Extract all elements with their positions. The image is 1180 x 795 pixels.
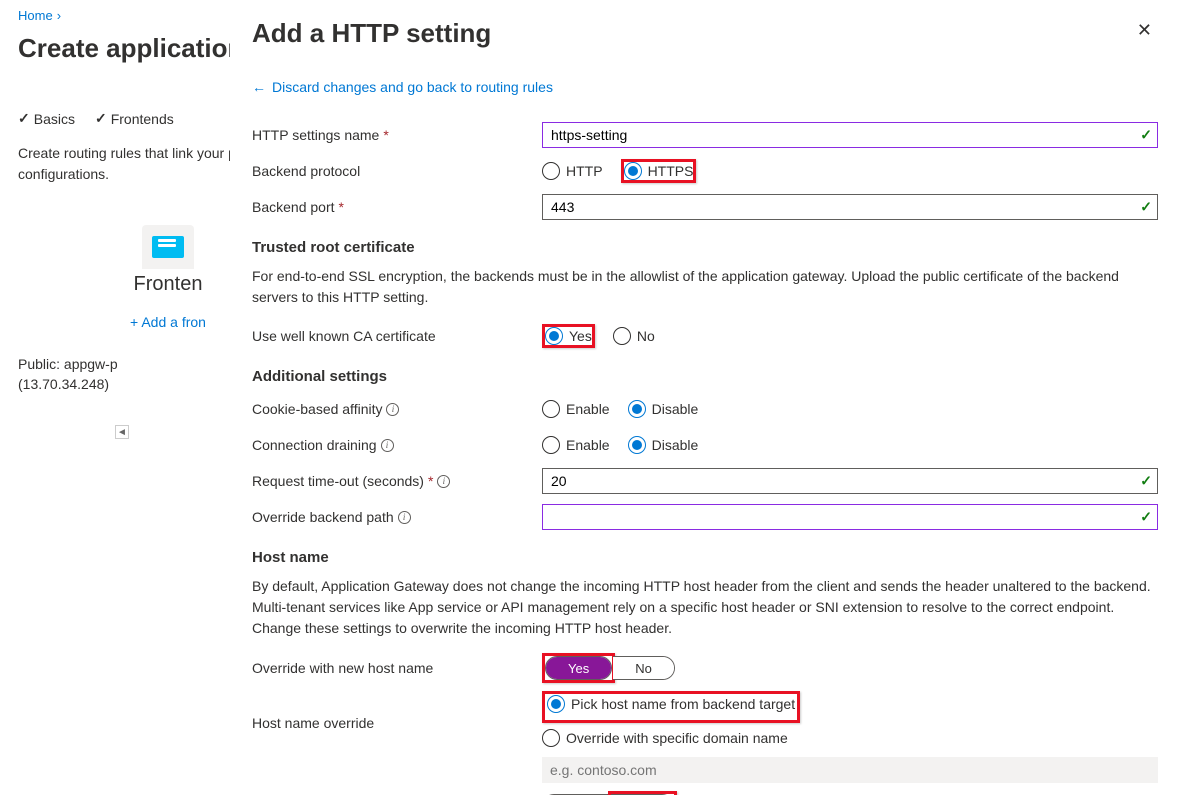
highlight-probes-no: No (608, 791, 677, 795)
close-icon[interactable]: ✕ (1131, 18, 1158, 43)
breadcrumb-home[interactable]: Home (18, 8, 53, 23)
tab-basics[interactable]: Basics (18, 110, 75, 127)
highlight-pick-hostname: Pick host name from backend target (542, 691, 800, 723)
highlight-ca-yes: Yes (542, 324, 595, 348)
info-icon[interactable]: i (386, 403, 399, 416)
pick-hostname-radio[interactable]: Pick host name from backend target (547, 695, 795, 713)
hostname-heading: Host name (252, 549, 1158, 566)
drain-enable-radio[interactable]: Enable (542, 436, 610, 454)
highlight-override-yes: Yes (542, 653, 615, 683)
scroll-left-icon[interactable]: ◄ (115, 425, 129, 439)
backend-port-label: Backend port * (252, 199, 542, 215)
hostname-override-label: Host name override (252, 691, 542, 731)
drain-disable-radio[interactable]: Disable (628, 436, 699, 454)
tab-frontends[interactable]: Frontends (95, 110, 174, 127)
blade-title: Add a HTTP setting (252, 18, 491, 49)
trusted-cert-text: For end-to-end SSL encryption, the backe… (252, 266, 1158, 308)
backend-protocol-label: Backend protocol (252, 163, 542, 179)
additional-heading: Additional settings (252, 368, 1158, 385)
check-icon (18, 110, 30, 127)
override-hostname-label: Override with new host name (252, 660, 542, 676)
hostname-input (542, 757, 1158, 783)
info-icon[interactable]: i (437, 475, 450, 488)
check-icon (95, 110, 107, 127)
specific-hostname-radio[interactable]: Override with specific domain name (542, 729, 1158, 747)
protocol-http-radio[interactable]: HTTP (542, 162, 603, 180)
info-icon[interactable]: i (398, 511, 411, 524)
timeout-input[interactable] (542, 468, 1158, 494)
frontend-icon (142, 225, 194, 269)
ca-no-radio[interactable]: No (613, 327, 655, 345)
cookie-enable-radio[interactable]: Enable (542, 400, 610, 418)
check-icon: ✓ (1140, 509, 1152, 526)
chevron-right-icon: › (57, 8, 61, 23)
use-ca-label: Use well known CA certificate (252, 328, 542, 344)
http-setting-blade: Add a HTTP setting ✕ Discard changes and… (230, 0, 1180, 795)
highlight-https: HTTPS (621, 159, 697, 183)
settings-name-label: HTTP settings name * (252, 127, 542, 143)
trusted-cert-heading: Trusted root certificate (252, 239, 1158, 256)
cookie-disable-radio[interactable]: Disable (628, 400, 699, 418)
check-icon: ✓ (1140, 473, 1152, 490)
protocol-https-radio[interactable]: HTTPS (624, 162, 694, 180)
override-path-input[interactable] (542, 504, 1158, 530)
backend-port-input[interactable] (542, 194, 1158, 220)
settings-name-input[interactable] (542, 122, 1158, 148)
ca-yes-radio[interactable]: Yes (545, 327, 592, 345)
discard-link[interactable]: Discard changes and go back to routing r… (252, 79, 1158, 95)
override-no[interactable]: No (613, 657, 674, 679)
timeout-label: Request time-out (seconds) * i (252, 473, 542, 489)
cookie-label: Cookie-based affinity i (252, 401, 542, 417)
override-hostname-toggle: Yes (545, 656, 612, 680)
info-icon[interactable]: i (381, 439, 394, 452)
drain-label: Connection draining i (252, 437, 542, 453)
override-yes[interactable]: Yes (546, 657, 611, 679)
hostname-text: By default, Application Gateway does not… (252, 576, 1158, 639)
check-icon: ✓ (1140, 127, 1152, 144)
check-icon: ✓ (1140, 199, 1152, 216)
add-frontend-link[interactable]: + Add a fron (130, 314, 206, 330)
override-path-label: Override backend path i (252, 509, 542, 525)
